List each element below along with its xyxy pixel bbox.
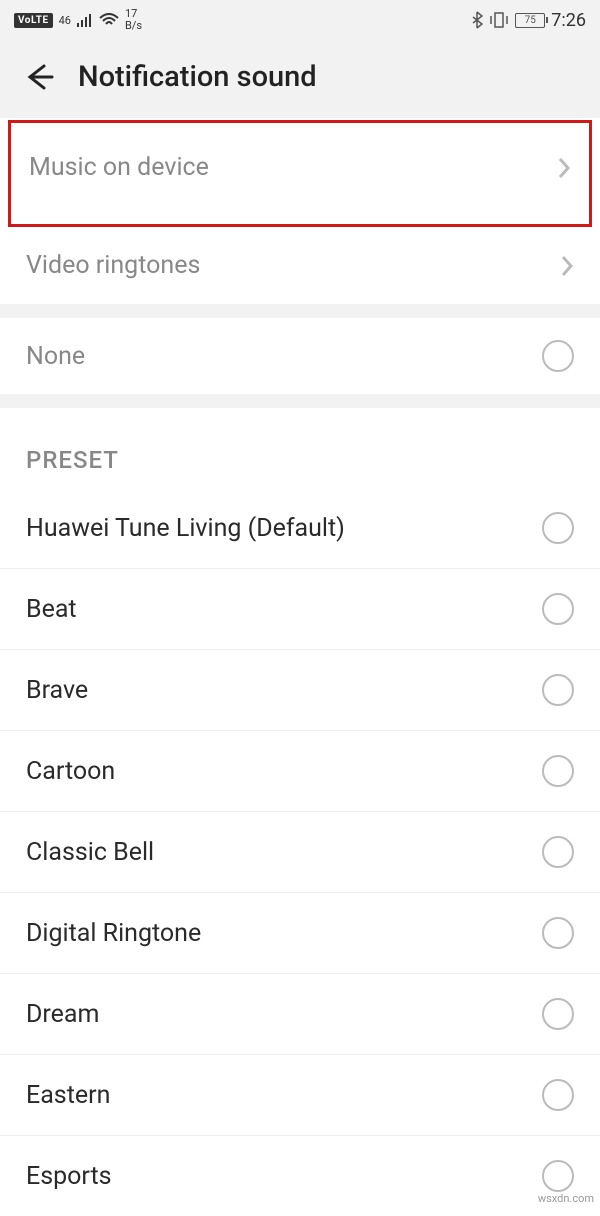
battery-icon: 75: [515, 13, 545, 28]
nav-label: Video ringtones: [26, 251, 200, 280]
radio-circle-icon: [542, 1079, 574, 1111]
preset-label: Esports: [26, 1162, 112, 1191]
preset-label: Dream: [26, 1000, 99, 1029]
nav-label: Music on device: [29, 153, 209, 182]
radio-circle-icon: [542, 917, 574, 949]
radio-none[interactable]: None: [0, 318, 600, 394]
preset-label: Huawei Tune Living (Default): [26, 514, 345, 543]
watermark: wsxdn.com: [538, 1192, 594, 1205]
preset-cartoon[interactable]: Cartoon: [0, 731, 600, 812]
radio-circle-icon: [542, 1160, 574, 1192]
back-arrow-icon[interactable]: [22, 60, 56, 94]
radio-circle-icon: [542, 593, 574, 625]
radio-circle-icon: [542, 755, 574, 787]
radio-label: None: [26, 342, 85, 371]
signal-4g: 46: [59, 15, 71, 26]
preset-digital-ringtone[interactable]: Digital Ringtone: [0, 893, 600, 974]
preset-dream[interactable]: Dream: [0, 974, 600, 1055]
preset-label: Cartoon: [26, 757, 115, 786]
preset-label: Digital Ringtone: [26, 919, 201, 948]
chevron-right-icon: [557, 156, 571, 180]
preset-esports[interactable]: Esports: [0, 1136, 600, 1216]
status-bar: VoLTE 46 17 B/s 75: [0, 0, 600, 40]
vibrate-icon: [489, 12, 509, 28]
status-time: 7:26: [551, 10, 586, 31]
bluetooth-icon: [471, 11, 483, 29]
status-left: VoLTE 46 17 B/s: [14, 8, 142, 32]
preset-label: Brave: [26, 676, 88, 705]
radio-circle-icon: [542, 512, 574, 544]
preset-classic-bell[interactable]: Classic Bell: [0, 812, 600, 893]
nav-video-ringtones[interactable]: Video ringtones: [0, 227, 600, 304]
preset-section-header: PRESET: [0, 408, 600, 488]
status-right: 75 7:26: [471, 10, 586, 31]
radio-circle-icon: [542, 340, 574, 372]
preset-brave[interactable]: Brave: [0, 650, 600, 731]
radio-circle-icon: [542, 674, 574, 706]
preset-eastern[interactable]: Eastern: [0, 1055, 600, 1136]
volte-badge: VoLTE: [14, 13, 53, 28]
signal-bars-icon: [77, 13, 93, 27]
radio-circle-icon: [542, 836, 574, 868]
page-title: Notification sound: [78, 60, 317, 94]
section-gap: [0, 394, 600, 408]
preset-label: Beat: [26, 595, 77, 624]
section-gap: [0, 304, 600, 318]
preset-label: Classic Bell: [26, 838, 154, 867]
network-speed: 17 B/s: [125, 8, 142, 32]
preset-beat[interactable]: Beat: [0, 569, 600, 650]
preset-label: Eastern: [26, 1081, 110, 1110]
preset-huawei-tune-living[interactable]: Huawei Tune Living (Default): [0, 488, 600, 569]
radio-circle-icon: [542, 998, 574, 1030]
wifi-icon: [99, 13, 119, 27]
chevron-right-icon: [560, 254, 574, 278]
nav-music-on-device[interactable]: Music on device: [8, 120, 592, 227]
page-header: Notification sound: [0, 40, 600, 118]
